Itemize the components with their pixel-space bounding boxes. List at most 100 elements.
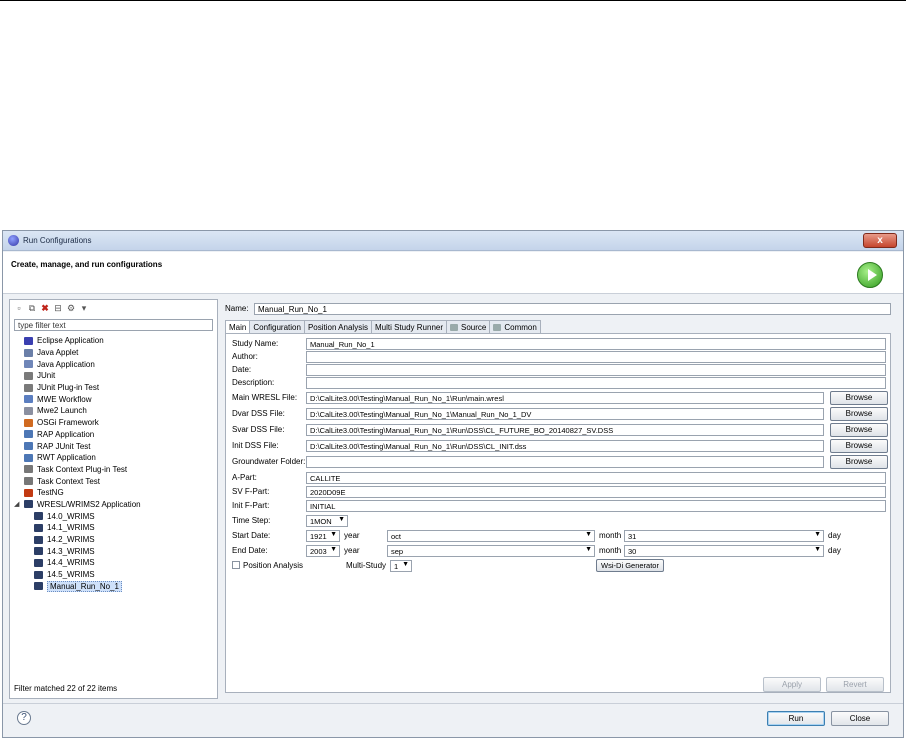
a-part-input[interactable]: CALLITE [306,472,886,484]
groundwater-input[interactable] [306,456,824,468]
name-row: Name: Manual_Run_No_1 [225,303,893,315]
tree-item[interactable]: RAP Application [14,429,214,441]
study-name-input[interactable]: Manual_Run_No_1 [306,338,886,350]
browse-init-dss-button[interactable]: Browse [830,439,888,453]
main-wresl-input[interactable]: D:\CalLite3.00\Testing\Manual_Run_No_1\R… [306,392,824,404]
config-type-icon [24,336,33,345]
config-type-icon [24,406,33,415]
a-part-label: A-Part: [232,473,257,482]
close-button[interactable]: Close [831,711,889,726]
time-step-select[interactable]: 1MON ▼ [306,515,348,527]
tree-item[interactable]: Eclipse Application [14,335,214,347]
tree-child-item[interactable]: 14.1_WRIMS [14,522,214,534]
config-type-icon [34,547,43,556]
description-input[interactable] [306,377,886,389]
tree-item[interactable]: OSGi Framework [14,417,214,429]
tab-source[interactable]: Source [446,320,491,333]
tab-configuration[interactable]: Configuration [249,320,305,333]
end-month-unit: month [599,546,622,555]
tree-item-label: RAP Application [37,429,95,439]
tree-item[interactable]: JUnit Plug-in Test [14,382,214,394]
svar-input[interactable]: D:\CalLite3.00\Testing\Manual_Run_No_1\R… [306,424,824,436]
wsi-di-generator-button[interactable]: Wsi-Di Generator [596,559,664,572]
browse-dvar-button[interactable]: Browse [830,407,888,421]
author-input[interactable] [306,351,886,363]
tree-item[interactable]: Mwe2 Launch [14,405,214,417]
tree-item[interactable]: MWE Workflow [14,393,214,405]
collapse-all-icon[interactable]: ⊟ [53,303,63,313]
tree-child-item[interactable]: 14.2_WRIMS [14,534,214,546]
filter-status: Filter matched 22 of 22 items [14,684,118,693]
tree-item[interactable]: Task Context Test [14,475,214,487]
help-icon[interactable]: ? [17,711,31,725]
end-year-unit: year [344,546,360,555]
new-config-icon[interactable]: ▫ [14,303,24,313]
browse-main-wresl-button[interactable]: Browse [830,391,888,405]
expand-icon[interactable]: ◢ [14,500,22,508]
end-month-select[interactable]: sep ▼ [387,545,595,557]
name-label: Name: [225,304,249,313]
tree-item-label: TestNG [37,488,64,498]
name-input[interactable]: Manual_Run_No_1 [254,303,891,315]
multi-study-label: Multi-Study [346,561,387,570]
window-title: Run Configurations [23,236,92,245]
end-day-select[interactable]: 30 ▼ [624,545,824,557]
date-input[interactable] [306,364,886,376]
tab-main[interactable]: Main [225,320,251,334]
config-type-icon [24,430,33,439]
tree-child-item[interactable]: Manual_Run_No_1 [14,580,214,592]
init-dss-input[interactable]: D:\CalLite3.00\Testing\Manual_Run_No_1\R… [306,440,824,452]
tree-child-item[interactable]: 14.5_WRIMS [14,569,214,581]
eclipse-icon [8,235,19,246]
run-button[interactable]: Run [767,711,825,726]
chevron-down-icon: ▼ [585,546,592,553]
tree-item[interactable]: ◢ WRESL/WRIMS2 Application [14,499,214,511]
delete-icon[interactable]: ✖ [40,303,50,313]
config-type-icon [24,477,33,486]
chevron-down-icon[interactable]: ▾ [79,303,89,313]
footer-separator [3,703,903,704]
tree-child-item[interactable]: 14.4_WRIMS [14,557,214,569]
tab-position-analysis[interactable]: Position Analysis [303,320,372,333]
tree-item[interactable]: Java Applet [14,347,214,359]
start-month-select[interactable]: oct ▼ [387,530,595,542]
title-bar: Run Configurations x [3,231,903,251]
time-step-label: Time Step: [232,516,271,525]
duplicate-icon[interactable]: ⧉ [27,303,37,313]
config-type-icon [24,500,33,509]
tree-item[interactable]: Task Context Plug-in Test [14,464,214,476]
tree-child-item[interactable]: 14.3_WRIMS [14,545,214,557]
filter-input[interactable]: type filter text [14,319,213,331]
start-day-select[interactable]: 31 ▼ [624,530,824,542]
browse-svar-button[interactable]: Browse [830,423,888,437]
tree-item[interactable]: RAP JUnit Test [14,440,214,452]
tree-child-item[interactable]: 14.0_WRIMS [14,510,214,522]
end-year-select[interactable]: 2003 ▼ [306,545,340,557]
config-type-icon [24,383,33,392]
init-f-part-input[interactable]: INITIAL [306,500,886,512]
sv-f-part-input[interactable]: 2020D09E [306,486,886,498]
multi-study-select[interactable]: 1 ▼ [390,560,412,572]
dvar-input[interactable]: D:\CalLite3.00\Testing\Manual_Run_No_1\M… [306,408,824,420]
tree-item[interactable]: Java Application [14,358,214,370]
apply-button[interactable]: Apply [763,677,821,692]
position-analysis-label: Position Analysis [243,561,304,570]
tree-item[interactable]: JUnit [14,370,214,382]
tab-label: Source [461,322,487,332]
filter-icon[interactable]: ⚙ [66,303,76,313]
tree-item[interactable]: RWT Application [14,452,214,464]
start-date-label: Start Date: [232,531,271,540]
start-year-select[interactable]: 1921 ▼ [306,530,340,542]
configuration-list-panel: ▫ ⧉ ✖ ⊟ ⚙ ▾ type filter text Eclipse App… [9,299,218,699]
tab-multi-study-runner[interactable]: Multi Study Runner [370,320,447,333]
tree-item-label: Task Context Plug-in Test [37,464,128,474]
common-icon [493,323,502,331]
window-close-button[interactable]: x [863,233,897,248]
tab-common[interactable]: Common [489,320,541,333]
tree-item-label: RWT Application [37,453,96,463]
config-type-icon [24,360,33,369]
position-analysis-checkbox[interactable] [232,561,240,569]
revert-button[interactable]: Revert [826,677,884,692]
tree-item[interactable]: TestNG [14,487,214,499]
browse-groundwater-button[interactable]: Browse [830,455,888,469]
